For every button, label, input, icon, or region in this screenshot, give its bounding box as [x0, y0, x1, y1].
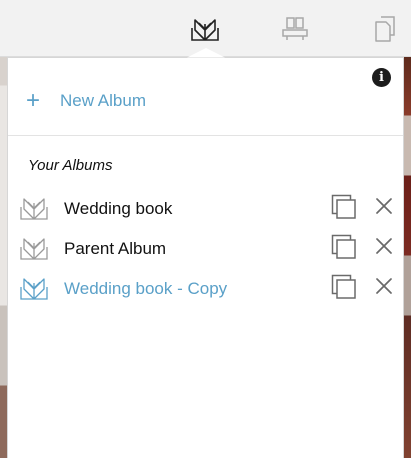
album-book-icon	[19, 275, 49, 301]
album-row[interactable]: Wedding book - Copy	[8, 269, 403, 309]
plus-icon: +	[26, 87, 41, 114]
duplicate-icon[interactable]	[331, 234, 357, 260]
albums-popover: i + New Album Your Albums Wedding book P…	[7, 57, 404, 458]
album-book-icon	[19, 235, 49, 261]
close-icon[interactable]	[374, 276, 394, 296]
album-book-icon[interactable]	[189, 14, 221, 44]
section-title: Your Albums	[28, 157, 113, 174]
duplicate-icon[interactable]	[331, 274, 357, 300]
page-spread-icon[interactable]	[279, 14, 311, 44]
album-name: Wedding book	[64, 199, 173, 218]
album-book-icon	[19, 195, 49, 221]
album-row[interactable]: Parent Album	[8, 229, 403, 269]
background-photo-strip	[403, 55, 411, 458]
duplicate-icon[interactable]	[331, 194, 357, 220]
new-album-button[interactable]: + New Album	[26, 88, 146, 114]
pages-stack-icon[interactable]	[369, 14, 401, 44]
new-album-label: New Album	[60, 91, 146, 110]
album-name: Wedding book - Copy	[64, 279, 228, 298]
album-row[interactable]: Wedding book	[8, 189, 403, 229]
album-name: Parent Album	[64, 239, 167, 258]
divider	[8, 135, 403, 136]
info-icon[interactable]: i	[372, 68, 391, 87]
close-icon[interactable]	[374, 196, 394, 216]
close-icon[interactable]	[374, 236, 394, 256]
popover-arrow	[187, 48, 225, 58]
